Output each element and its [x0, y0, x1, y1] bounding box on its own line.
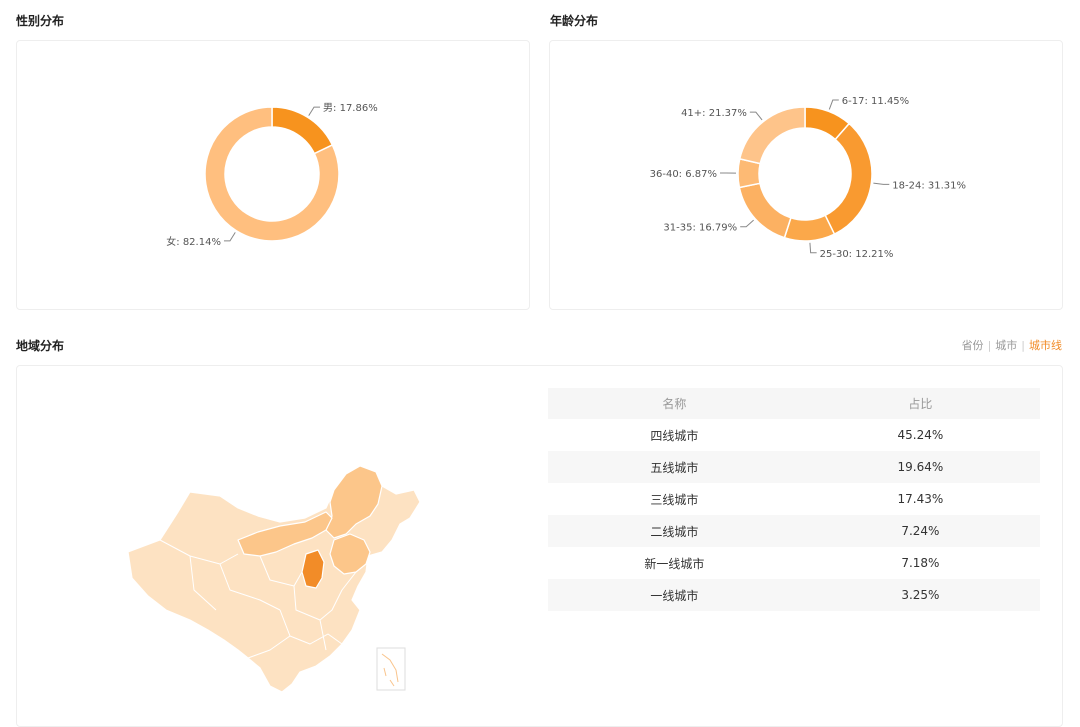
row-name: 三线城市 — [548, 483, 801, 515]
table-row: 新一线城市 7.18% — [548, 547, 1040, 579]
label-leader-line — [873, 183, 889, 184]
age-section-title: 年龄分布 — [550, 12, 598, 29]
row-share: 19.64% — [801, 451, 1040, 483]
row-name: 新一线城市 — [548, 547, 801, 579]
header-share: 占比 — [801, 388, 1040, 419]
slice-label: 男: 17.86% — [323, 102, 378, 114]
row-name: 五线城市 — [548, 451, 801, 483]
table-row: 二线城市 7.24% — [548, 515, 1040, 547]
gender-donut-chart: 男: 17.86% 女: 82.14% — [16, 40, 528, 308]
tab-province[interactable]: 省份 — [962, 339, 984, 352]
city-tier-table: 名称 占比 四线城市 45.24% 五线城市 19.64% 三线城市 17.43… — [548, 388, 1040, 611]
tab-separator: | — [1021, 339, 1025, 352]
region-section-title: 地域分布 — [16, 337, 64, 354]
header-name: 名称 — [548, 388, 801, 419]
label-leader-line — [224, 232, 235, 240]
tab-separator: | — [988, 339, 992, 352]
label-leader-line — [810, 243, 817, 253]
slice-label: 41+: 21.37% — [681, 108, 747, 119]
gender-section-title: 性别分布 — [16, 12, 64, 29]
table-header-row: 名称 占比 — [548, 388, 1040, 419]
row-share: 3.25% — [801, 579, 1040, 611]
table-row: 四线城市 45.24% — [548, 419, 1040, 451]
table-row: 五线城市 19.64% — [548, 451, 1040, 483]
label-leader-line — [740, 220, 753, 227]
table-row: 三线城市 17.43% — [548, 483, 1040, 515]
label-leader-line — [829, 100, 839, 109]
slice-label: 18-24: 31.31% — [892, 180, 966, 191]
donut-slice-31-35[interactable] — [739, 183, 790, 237]
label-leader-line — [309, 107, 320, 115]
slice-label: 女: 82.14% — [166, 235, 221, 248]
slice-label: 36-40: 6.87% — [650, 169, 717, 180]
table-row: 一线城市 3.25% — [548, 579, 1040, 611]
row-name: 四线城市 — [548, 419, 801, 451]
donut-slice-25-30[interactable] — [784, 215, 834, 241]
row-share: 7.24% — [801, 515, 1040, 547]
map-inset-box — [377, 648, 405, 690]
row-name: 一线城市 — [548, 579, 801, 611]
donut-slice-18-24[interactable] — [825, 124, 872, 235]
label-leader-line — [750, 112, 762, 120]
row-share: 45.24% — [801, 419, 1040, 451]
slice-label: 6-17: 11.45% — [842, 96, 909, 107]
slice-label: 25-30: 12.21% — [820, 249, 894, 260]
age-donut-chart: 6-17: 11.45% 18-24: 31.31% 25-30: 12.21% 31… — [549, 40, 1061, 308]
row-name: 二线城市 — [548, 515, 801, 547]
row-share: 7.18% — [801, 547, 1040, 579]
china-heat-map — [120, 460, 430, 700]
region-view-switcher: 省份|城市|城市线 — [962, 337, 1062, 353]
slice-label: 31-35: 16.79% — [663, 223, 737, 234]
donut-slice-41+[interactable] — [740, 107, 805, 164]
tab-city[interactable]: 城市 — [995, 339, 1017, 352]
tab-city-tier[interactable]: 城市线 — [1029, 339, 1062, 352]
row-share: 17.43% — [801, 483, 1040, 515]
